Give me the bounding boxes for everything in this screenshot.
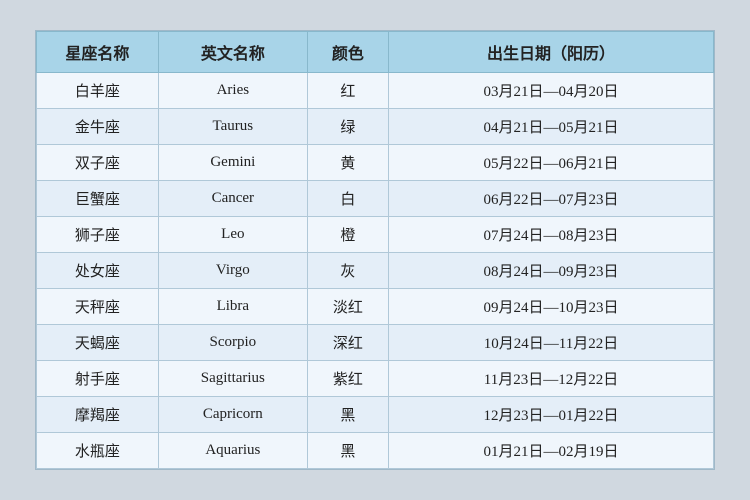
cell-chinese: 天秤座: [37, 289, 159, 325]
cell-date: 07月24日—08月23日: [389, 217, 714, 253]
cell-english: Sagittarius: [158, 361, 307, 397]
cell-color: 绿: [307, 109, 388, 145]
cell-date: 11月23日—12月22日: [389, 361, 714, 397]
cell-chinese: 处女座: [37, 253, 159, 289]
header-date: 出生日期（阳历）: [389, 32, 714, 73]
cell-english: Virgo: [158, 253, 307, 289]
zodiac-table-container: 星座名称 英文名称 颜色 出生日期（阳历） 白羊座Aries红03月21日—04…: [35, 30, 715, 470]
table-row: 金牛座Taurus绿04月21日—05月21日: [37, 109, 714, 145]
cell-english: Cancer: [158, 181, 307, 217]
zodiac-table: 星座名称 英文名称 颜色 出生日期（阳历） 白羊座Aries红03月21日—04…: [36, 31, 714, 469]
cell-chinese: 巨蟹座: [37, 181, 159, 217]
table-row: 双子座Gemini黄05月22日—06月21日: [37, 145, 714, 181]
cell-color: 橙: [307, 217, 388, 253]
cell-date: 04月21日—05月21日: [389, 109, 714, 145]
cell-chinese: 天蝎座: [37, 325, 159, 361]
cell-chinese: 射手座: [37, 361, 159, 397]
cell-date: 05月22日—06月21日: [389, 145, 714, 181]
table-row: 处女座Virgo灰08月24日—09月23日: [37, 253, 714, 289]
cell-color: 紫红: [307, 361, 388, 397]
table-row: 巨蟹座Cancer白06月22日—07月23日: [37, 181, 714, 217]
header-chinese: 星座名称: [37, 32, 159, 73]
table-row: 天蝎座Scorpio深红10月24日—11月22日: [37, 325, 714, 361]
cell-date: 08月24日—09月23日: [389, 253, 714, 289]
cell-date: 09月24日—10月23日: [389, 289, 714, 325]
cell-date: 10月24日—11月22日: [389, 325, 714, 361]
cell-date: 03月21日—04月20日: [389, 73, 714, 109]
cell-chinese: 金牛座: [37, 109, 159, 145]
cell-english: Aries: [158, 73, 307, 109]
cell-english: Taurus: [158, 109, 307, 145]
cell-chinese: 双子座: [37, 145, 159, 181]
table-row: 狮子座Leo橙07月24日—08月23日: [37, 217, 714, 253]
cell-date: 01月21日—02月19日: [389, 433, 714, 469]
table-row: 摩羯座Capricorn黑12月23日—01月22日: [37, 397, 714, 433]
table-header-row: 星座名称 英文名称 颜色 出生日期（阳历）: [37, 32, 714, 73]
cell-chinese: 狮子座: [37, 217, 159, 253]
cell-color: 黑: [307, 433, 388, 469]
cell-color: 白: [307, 181, 388, 217]
cell-color: 红: [307, 73, 388, 109]
cell-color: 黄: [307, 145, 388, 181]
cell-chinese: 摩羯座: [37, 397, 159, 433]
table-row: 白羊座Aries红03月21日—04月20日: [37, 73, 714, 109]
cell-color: 淡红: [307, 289, 388, 325]
cell-english: Gemini: [158, 145, 307, 181]
cell-english: Leo: [158, 217, 307, 253]
cell-date: 12月23日—01月22日: [389, 397, 714, 433]
table-row: 天秤座Libra淡红09月24日—10月23日: [37, 289, 714, 325]
cell-chinese: 白羊座: [37, 73, 159, 109]
table-body: 白羊座Aries红03月21日—04月20日金牛座Taurus绿04月21日—0…: [37, 73, 714, 469]
cell-color: 灰: [307, 253, 388, 289]
cell-chinese: 水瓶座: [37, 433, 159, 469]
table-row: 射手座Sagittarius紫红11月23日—12月22日: [37, 361, 714, 397]
header-english: 英文名称: [158, 32, 307, 73]
cell-date: 06月22日—07月23日: [389, 181, 714, 217]
cell-english: Libra: [158, 289, 307, 325]
cell-english: Aquarius: [158, 433, 307, 469]
header-color: 颜色: [307, 32, 388, 73]
cell-color: 黑: [307, 397, 388, 433]
cell-english: Scorpio: [158, 325, 307, 361]
cell-color: 深红: [307, 325, 388, 361]
cell-english: Capricorn: [158, 397, 307, 433]
table-row: 水瓶座Aquarius黑01月21日—02月19日: [37, 433, 714, 469]
